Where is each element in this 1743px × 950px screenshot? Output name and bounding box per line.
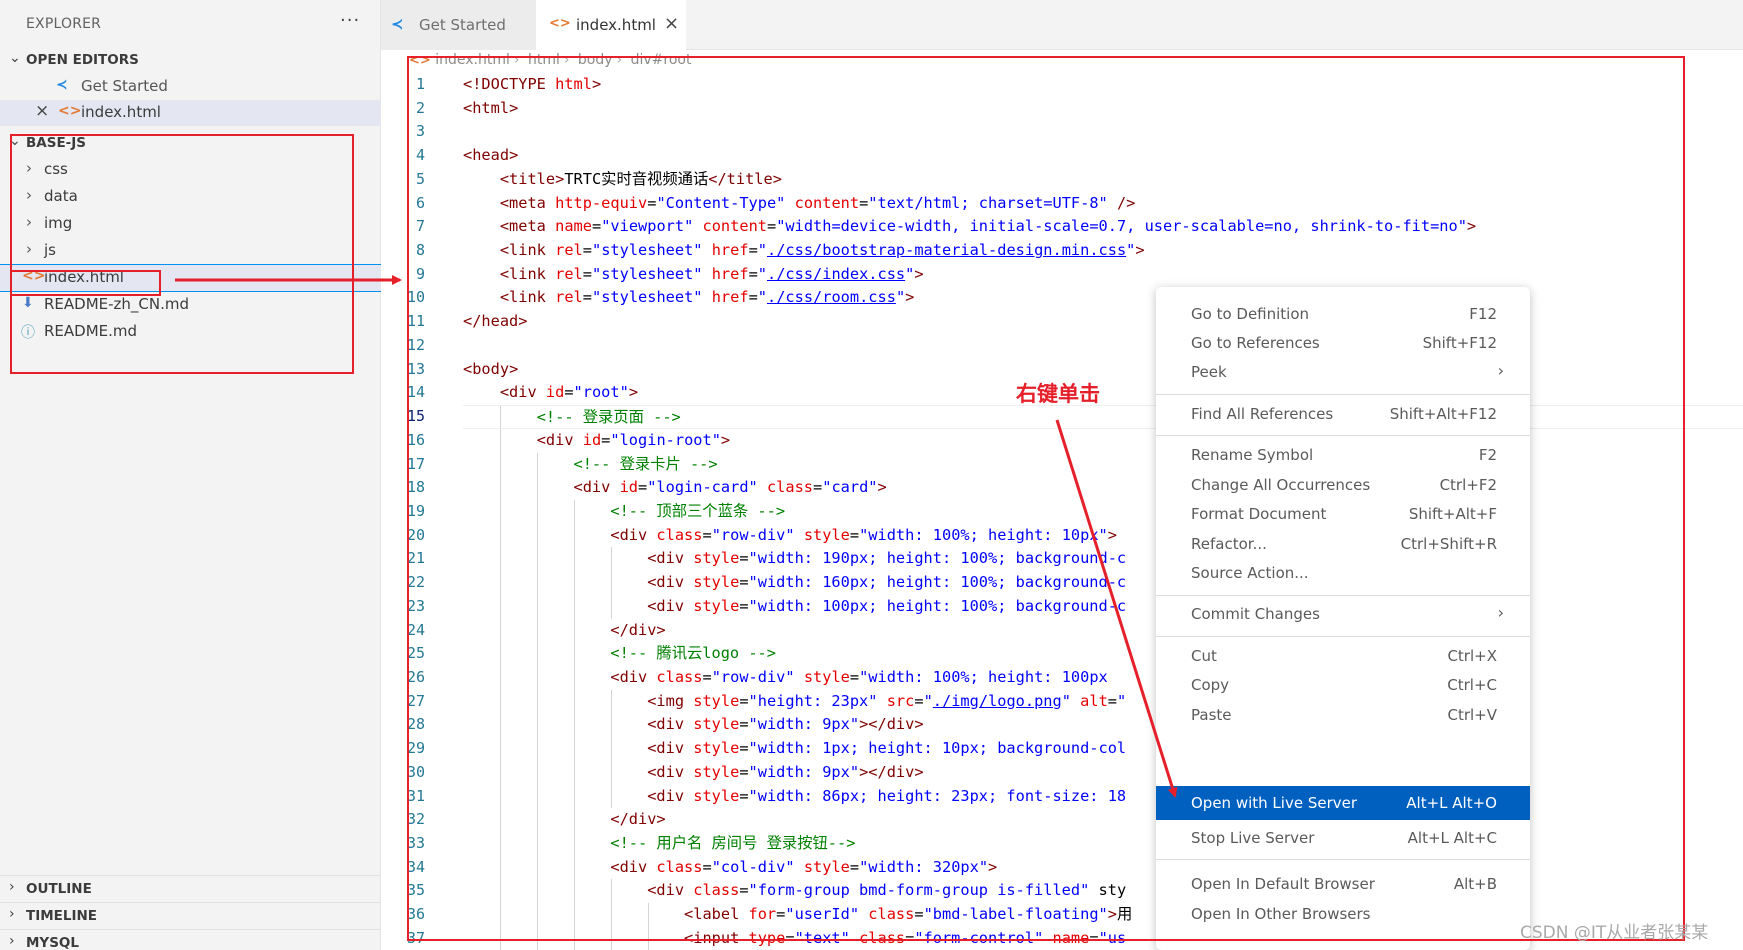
watermark: CSDN @IT从业者张某某 xyxy=(1520,923,1709,943)
arrow-to-live-server xyxy=(1055,419,1178,798)
annotation-arrows xyxy=(175,275,1178,798)
annotation-right-click-label: 右键单击 xyxy=(1016,382,1100,406)
